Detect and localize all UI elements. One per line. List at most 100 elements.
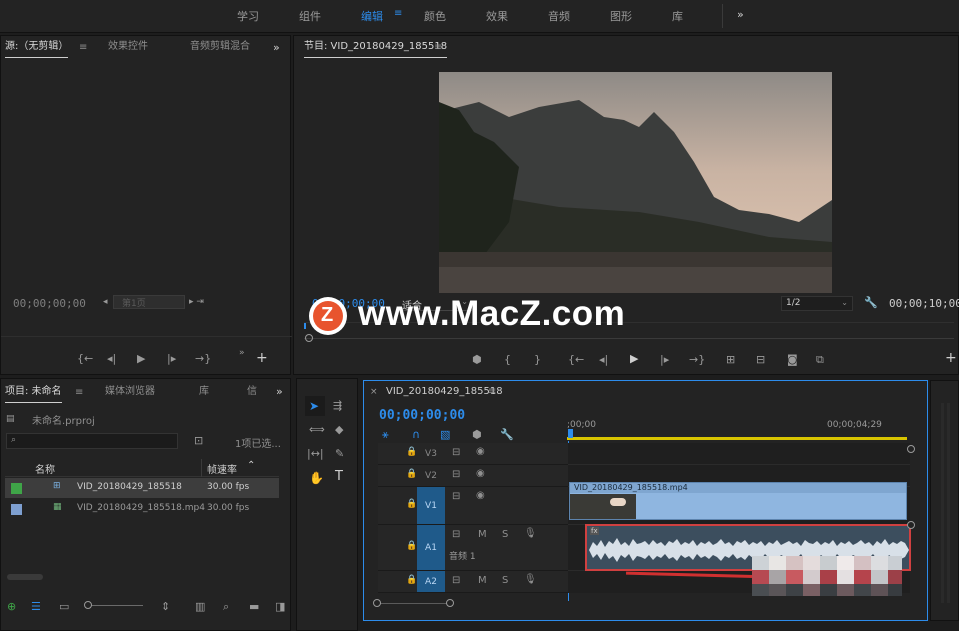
close-icon[interactable]: ×	[370, 387, 378, 397]
automate-icon[interactable]: ▥	[195, 600, 205, 613]
horizontal-scrollbar[interactable]	[7, 574, 43, 580]
page-field[interactable]: 第1页	[113, 295, 185, 309]
timeline-timecode[interactable]: 00;00;00;00	[379, 408, 465, 423]
ripple-edit-tool-icon[interactable]: ⟺	[309, 423, 325, 436]
work-area-bar[interactable]	[567, 437, 907, 440]
workspace-tab-libraries[interactable]: 库	[672, 8, 683, 24]
more-controls-icon[interactable]: »	[239, 348, 245, 358]
time-ruler[interactable]: ;00;00 00;00;04;29	[567, 417, 909, 442]
camera-icon[interactable]: ◙	[787, 353, 798, 366]
mute-button[interactable]: M	[478, 529, 487, 540]
vertical-scroll-handle[interactable]	[907, 521, 915, 529]
tab-source[interactable]: 源:（无剪辑）	[5, 36, 69, 58]
search-input[interactable]: ⌕	[6, 433, 178, 449]
wrench-icon[interactable]: 🔧	[864, 296, 878, 309]
program-video-frame[interactable]	[439, 72, 832, 293]
add-button-icon[interactable]: +	[945, 350, 957, 366]
tab-project[interactable]: 项目: 未命名	[5, 381, 62, 403]
razor-tool-icon[interactable]: ◆	[335, 423, 343, 436]
panel-menu-icon[interactable]: ≡	[434, 42, 442, 53]
zoom-slider-handle[interactable]	[84, 601, 92, 609]
type-tool-icon[interactable]: T	[335, 469, 343, 484]
linked-selection-icon[interactable]: ▧	[440, 428, 450, 441]
resolution-dropdown[interactable]: 1/2 ⌄	[781, 296, 853, 311]
icon-view-icon[interactable]: ▭	[59, 600, 69, 613]
lock-icon[interactable]: 🔒	[406, 541, 417, 551]
zoom-handle-right[interactable]	[446, 599, 454, 607]
step-back-icon[interactable]: ◂|	[599, 353, 608, 366]
tab-info[interactable]: 信	[247, 381, 257, 403]
tab-effect-controls[interactable]: 效果控件	[108, 36, 148, 58]
panel-overflow-icon[interactable]: »	[276, 385, 283, 398]
column-fps[interactable]: 帧速率	[207, 461, 237, 476]
tab-audio-clip-mixer[interactable]: 音频剪辑混合	[190, 36, 258, 58]
column-name[interactable]: 名称	[35, 461, 55, 476]
new-folder-icon[interactable]: ▬	[249, 600, 259, 613]
solo-button[interactable]: S	[502, 575, 508, 586]
track-label[interactable]: A1	[417, 525, 445, 570]
tab-program[interactable]: 节目: VID_20180429_185518	[304, 36, 448, 58]
lift-icon[interactable]: ⊞	[726, 353, 735, 366]
zoom-handle[interactable]	[305, 334, 313, 342]
workspace-tab-audio[interactable]: 音频	[548, 8, 570, 24]
eye-icon[interactable]: ◉	[476, 468, 485, 479]
nav-left-icon[interactable]: ◂	[103, 297, 108, 307]
playhead[interactable]	[568, 429, 573, 438]
tab-libraries[interactable]: 库	[199, 381, 209, 403]
add-marker-icon[interactable]: ⬢	[472, 428, 482, 441]
add-marker-icon[interactable]: ⬢	[472, 353, 482, 366]
eye-icon[interactable]: ◉	[476, 446, 485, 457]
track-label[interactable]: V1	[417, 487, 445, 524]
microphone-icon[interactable]: 🎙	[524, 574, 537, 585]
track-label[interactable]: V3	[417, 443, 445, 464]
eye-icon[interactable]: ◉	[476, 490, 485, 501]
track-v2[interactable]: 🔒 V2 ⊟ ◉	[378, 465, 568, 487]
zoom-bar[interactable]	[304, 338, 954, 339]
horizontal-zoom-bar[interactable]	[376, 603, 452, 604]
play-icon[interactable]: ▶	[137, 352, 145, 365]
add-button-icon[interactable]: +	[256, 350, 268, 366]
track-v3[interactable]: 🔒 V3 ⊟ ◉	[378, 443, 568, 465]
panel-menu-icon[interactable]: ≡	[79, 42, 87, 53]
go-to-out-icon[interactable]: →}	[195, 352, 211, 365]
new-bin-icon[interactable]: ⊡	[194, 434, 203, 447]
mark-in-icon[interactable]: {	[504, 353, 511, 366]
nest-icon[interactable]: ⚹	[382, 428, 389, 442]
snap-icon[interactable]: ∩	[412, 428, 420, 441]
panel-menu-icon[interactable]: ≡	[75, 387, 83, 398]
mark-out-icon[interactable]: }	[534, 353, 541, 366]
zoom-handle-left[interactable]	[373, 599, 381, 607]
workspace-menu-icon[interactable]: ≡	[394, 8, 402, 19]
tab-media-browser[interactable]: 媒体浏览器	[105, 381, 155, 403]
track-v1[interactable]: 🔒 V1 ⊟ ◉	[378, 487, 568, 525]
source-scrubber[interactable]	[1, 336, 292, 337]
track-select-tool-icon[interactable]: ⇶	[333, 399, 342, 412]
lock-icon[interactable]: 🔒	[406, 447, 417, 457]
microphone-icon[interactable]: 🎙	[524, 528, 537, 539]
play-icon[interactable]: ▶	[630, 352, 638, 365]
find-icon[interactable]: ⌕	[223, 600, 229, 614]
compare-icon[interactable]: ⧉	[816, 353, 824, 367]
playhead[interactable]	[304, 323, 306, 329]
video-clip[interactable]: VID_20180429_185518.mp4	[569, 482, 907, 520]
toggle-sync-icon[interactable]: ⊟	[452, 491, 460, 502]
extract-icon[interactable]: ⊟	[756, 353, 765, 366]
track-label[interactable]: V2	[417, 465, 445, 486]
step-forward-icon[interactable]: |▸	[660, 353, 669, 366]
workspace-tab-graphics[interactable]: 图形	[610, 8, 632, 24]
workspace-tab-color[interactable]: 颜色	[424, 8, 446, 24]
pen-tool-icon[interactable]: ✎	[335, 447, 344, 460]
hand-tool-icon[interactable]: ✋	[309, 471, 324, 485]
track-a1[interactable]: 🔒 A1 ⊟ M S 🎙 音频 1	[378, 525, 568, 571]
lock-icon[interactable]: 🔒	[406, 499, 417, 509]
tab-sequence[interactable]: VID_20180429_185518	[386, 386, 503, 397]
list-view-icon[interactable]: ☰	[31, 600, 41, 613]
workspace-more-icon[interactable]: »	[737, 8, 744, 21]
lock-icon[interactable]: 🔒	[406, 575, 417, 585]
track-label[interactable]: A2	[417, 571, 445, 592]
toggle-sync-icon[interactable]: ⊟	[452, 447, 460, 458]
mute-button[interactable]: M	[478, 575, 487, 586]
selection-tool-icon[interactable]: ➤	[309, 399, 319, 413]
slip-tool-icon[interactable]: |↔|	[307, 447, 324, 460]
sort-arrow-icon[interactable]: ⌃	[247, 460, 255, 471]
